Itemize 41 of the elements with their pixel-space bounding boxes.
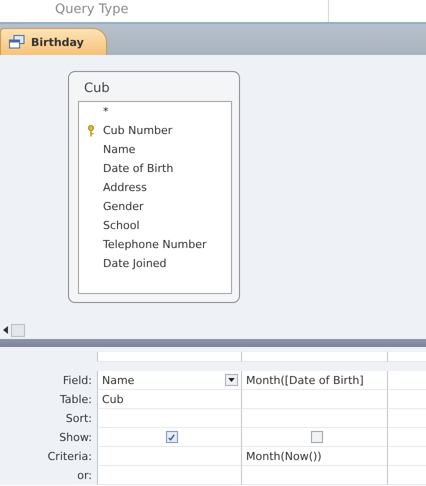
grid-cell[interactable] [387,466,426,485]
grid-cell-text[interactable]: Month([Date of Birth] [246,374,364,386]
field-name[interactable]: Gender [103,200,144,213]
grid-cell[interactable]: Month([Date of Birth] [241,371,387,390]
grid-cell[interactable] [387,409,426,428]
ribbon-group-label: Query Type [55,2,128,18]
pane-splitter[interactable] [0,339,426,347]
grid-cell[interactable] [387,447,426,466]
field-name[interactable]: Telephone Number [103,238,207,251]
grid-cell-text[interactable]: Cub [102,392,124,406]
grid-cell-text[interactable]: Month(Now()) [246,450,322,462]
grid-cell[interactable] [97,428,241,447]
grid-cell[interactable]: Name [97,371,241,390]
grid-cell[interactable]: Month(Now()) [241,447,387,466]
field-name[interactable]: Name [103,143,136,156]
grid-cell[interactable] [387,428,426,447]
grid-cell[interactable] [97,466,241,485]
grid-cell[interactable] [241,390,387,409]
field-name[interactable]: Date Joined [103,257,167,270]
show-checkbox[interactable] [310,431,322,443]
dropdown-button[interactable] [225,374,238,386]
grid-cell[interactable] [241,409,387,428]
field-name[interactable]: School [103,219,140,232]
grid-cell[interactable] [387,371,426,390]
field-name[interactable]: Cub Number [103,124,172,137]
grid-cell[interactable] [97,409,241,428]
field-name[interactable]: * [103,105,108,118]
query-icon [9,35,25,49]
query-tab[interactable]: Birthday [0,28,107,55]
grid-cell[interactable]: Cub [97,390,241,409]
field-name[interactable]: Address [103,181,147,194]
grid-cell[interactable] [241,428,387,447]
scrollbar-thumb[interactable] [11,324,25,336]
show-checkbox[interactable] [166,431,178,443]
table-title: Cub [83,80,111,98]
grid-cell[interactable] [241,466,387,485]
grid-cell[interactable] [97,447,241,466]
field-name[interactable]: Date of Birth [103,162,174,175]
caret-icon [228,378,235,382]
grid-cell-text[interactable]: Name [102,374,134,386]
grid-cell[interactable] [387,390,426,409]
